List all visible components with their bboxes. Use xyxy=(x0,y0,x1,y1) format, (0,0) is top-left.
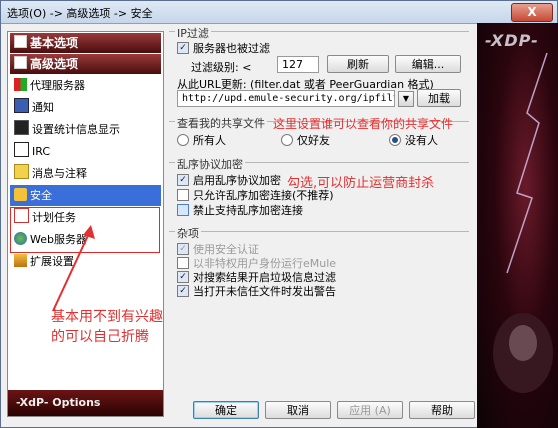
basic-options-icon xyxy=(14,35,27,48)
sidebar-item-irc[interactable]: IRC xyxy=(10,141,161,162)
sidebar-annotation-line2: 的可以自己折腾 xyxy=(51,329,149,345)
ipfilter-url-input[interactable]: http://upd.emule-security.org/ipfilter. xyxy=(177,90,395,107)
apply-button[interactable]: 应用 (A) xyxy=(337,401,403,419)
lock-icon xyxy=(14,188,27,201)
untrusted-warning-checkbox[interactable]: ✓ 当打开未信任文件时发出警告 xyxy=(177,283,336,299)
title-bar: 选项(O) -> 高级选项 -> 安全 X xyxy=(1,1,557,24)
sidebar-annotation-line1: 基本用不到有兴趣 xyxy=(51,309,163,325)
sidebar-item-notify[interactable]: 通知 xyxy=(10,97,161,118)
sidebar-header-basic[interactable]: 基本选项 xyxy=(10,33,161,53)
sidebar-item-security[interactable]: 安全 xyxy=(10,185,161,206)
obfuscation-group-label: 乱序协议加密 xyxy=(175,156,245,172)
notify-icon xyxy=(14,98,29,113)
advanced-options-icon xyxy=(14,56,27,69)
sidebar-annotation: 基本用不到有兴趣 的可以自己折腾 xyxy=(51,307,163,347)
proxy-icon xyxy=(14,78,27,91)
extend-icon xyxy=(14,254,27,267)
chevron-down-icon: ▼ xyxy=(402,94,410,103)
lightning-graphic xyxy=(493,52,553,393)
close-button[interactable]: X xyxy=(511,3,553,22)
window-title: 选项(O) -> 高级选项 -> 安全 xyxy=(7,7,153,20)
annotation-arrow xyxy=(52,225,95,312)
url-dropdown-button[interactable]: ▼ xyxy=(398,91,414,107)
ipfilter-group-label: IP过滤 xyxy=(175,25,211,41)
misc-group-label: 杂项 xyxy=(175,225,201,241)
ok-button[interactable]: 确定 xyxy=(193,401,259,419)
filter-level-label: 过滤级别: < xyxy=(191,61,252,74)
stats-icon xyxy=(14,120,29,135)
shared-annotation: 这里设置谁可以查看你的共享文件 xyxy=(273,117,454,131)
enable-obfuscation-checkbox[interactable]: ✓ 启用乱序协议加密 xyxy=(177,172,281,188)
shared-files-group-label: 查看我的共享文件 xyxy=(175,115,267,131)
obfuscation-annotation: 勾选,可以防止运营商封杀 xyxy=(287,176,435,191)
cancel-button[interactable]: 取消 xyxy=(265,401,331,419)
load-button[interactable]: 加载 xyxy=(417,89,461,107)
message-icon xyxy=(14,164,29,179)
irc-icon xyxy=(14,142,29,157)
edit-button[interactable]: 编辑... xyxy=(395,55,461,73)
help-button[interactable]: 帮助 xyxy=(409,401,475,419)
skin-decoration-image: -XDP- xyxy=(477,23,558,428)
sidebar-item-stats[interactable]: 设置统计信息显示 xyxy=(10,119,161,140)
shared-friends-radio[interactable]: 仅好友 xyxy=(281,132,330,148)
refresh-button[interactable]: 刷新 xyxy=(327,55,389,73)
options-window: 选项(O) -> 高级选项 -> 安全 X 基本选项 高级选项 代理服务器 通知… xyxy=(0,0,558,428)
disable-obfuscation-checkbox[interactable]: 禁止支持乱序加密连接 xyxy=(177,202,303,218)
shared-nobody-radio[interactable]: 没有人 xyxy=(389,132,438,148)
sidebar-footer-logo: -XdP- Options xyxy=(8,390,163,416)
sidebar-header-advanced[interactable]: 高级选项 xyxy=(10,54,161,74)
security-panel: IP过滤 ✓ 服务器也被过滤 过滤级别: < 127 刷新 编辑... 从此URL… xyxy=(169,25,471,387)
filter-level-input[interactable]: 127 xyxy=(277,56,319,73)
sidebar-item-proxy[interactable]: 代理服务器 xyxy=(10,75,161,96)
server-filter-checkbox[interactable]: ✓ 服务器也被过滤 xyxy=(177,40,270,56)
shared-everyone-radio[interactable]: 所有人 xyxy=(177,132,226,148)
sidebar-item-messages[interactable]: 消息与注释 xyxy=(10,163,161,184)
